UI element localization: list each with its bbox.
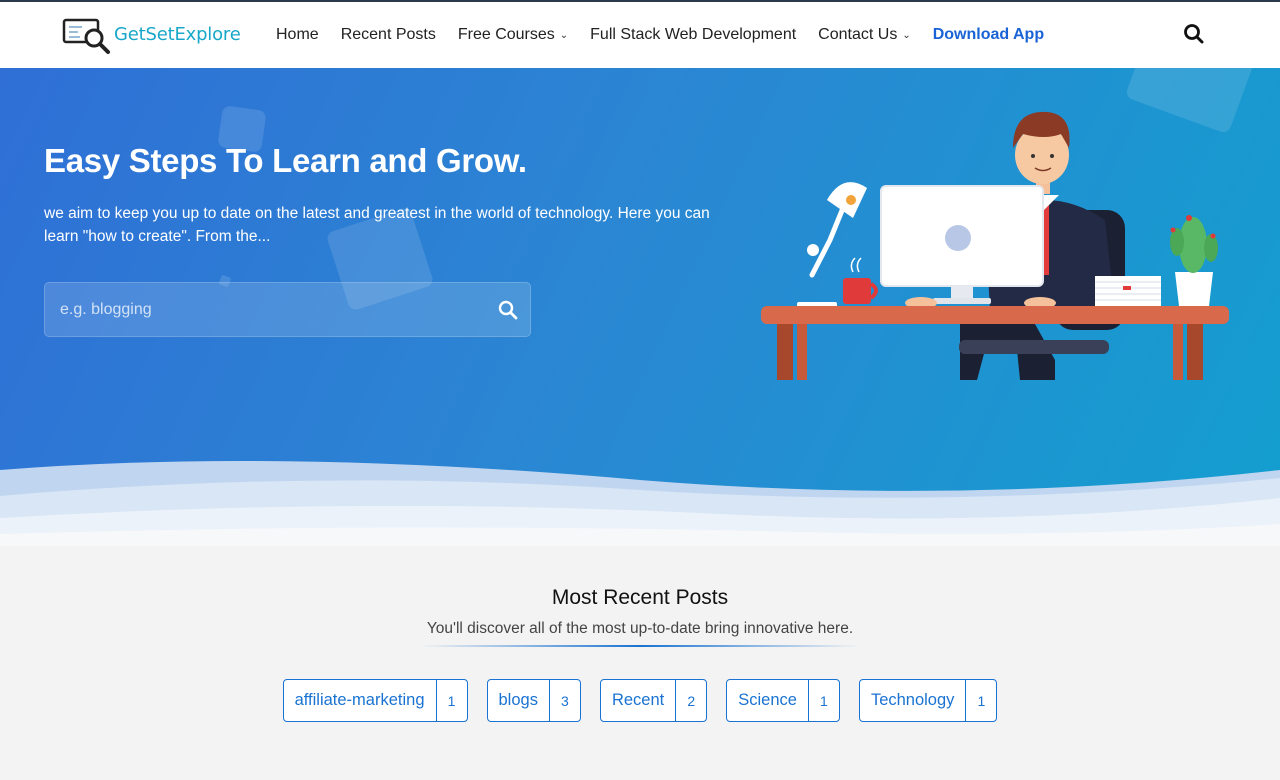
tag-label: affiliate-marketing [294, 691, 425, 709]
tag-label: Recent [611, 691, 665, 709]
search-icon[interactable] [497, 299, 519, 321]
tag-count: 1 [807, 680, 839, 721]
tag-affiliate-marketing[interactable]: affiliate-marketing 1 [282, 679, 468, 722]
site-header: GetSetExplore Home Recent Posts Free Cou… [0, 0, 1280, 68]
brand-name: GetSetExplore [114, 23, 241, 45]
nav-recent-posts[interactable]: Recent Posts [341, 26, 436, 44]
tag-science[interactable]: Science 1 [726, 679, 840, 722]
nav-download-app[interactable]: Download App [933, 26, 1044, 44]
recent-posts-subtitle: You'll discover all of the most up-to-da… [426, 620, 854, 637]
tag-recent[interactable]: Recent 2 [599, 679, 708, 722]
nav-free-courses[interactable]: Free Courses ⌄ [458, 26, 568, 44]
tag-label: blogs [498, 691, 538, 709]
nav-full-stack[interactable]: Full Stack Web Development [590, 26, 796, 44]
nav-contact-us-label: Contact Us [818, 26, 898, 43]
tag-technology[interactable]: Technology 1 [858, 679, 998, 722]
nav-download-app-label: Download App [932, 26, 1045, 43]
site-logo[interactable]: GetSetExplore [60, 12, 250, 56]
nav-home[interactable]: Home [276, 26, 319, 44]
hero-wave [0, 461, 1280, 546]
hero-description: we aim to keep you up to date on the lat… [44, 205, 710, 245]
nav-contact-us[interactable]: Contact Us ⌄ [818, 26, 911, 44]
logo-icon [62, 18, 110, 54]
hero-title: Easy Steps To Learn and Grow. [44, 142, 527, 179]
nav-full-stack-label: Full Stack Web Development [590, 26, 797, 43]
chevron-down-icon: ⌄ [559, 29, 569, 41]
search-icon[interactable] [1180, 20, 1208, 48]
tag-count: 1 [965, 680, 996, 721]
main-nav: Home Recent Posts Free Courses ⌄ Full Sta… [276, 2, 1066, 68]
recent-posts-title: Most Recent Posts [551, 586, 729, 609]
title-underline [420, 645, 860, 647]
tag-label: Science [738, 691, 797, 709]
hero-search-input[interactable] [60, 297, 480, 323]
tag-count: 1 [435, 680, 467, 721]
nav-recent-posts-label: Recent Posts [340, 26, 436, 43]
tag-count: 3 [548, 680, 580, 721]
hero-section: Easy Steps To Learn and Grow. we aim to … [0, 68, 1280, 546]
tag-label: Technology [870, 691, 955, 709]
hero-search-box [44, 282, 531, 337]
category-tags: affiliate-marketing 1 blogs 3 Recent 2 S… [0, 679, 1280, 722]
hero-illustration [761, 111, 1229, 380]
chevron-down-icon: ⌄ [902, 29, 911, 41]
nav-free-courses-label: Free Courses [457, 26, 555, 43]
tag-count: 2 [675, 680, 706, 721]
tag-blogs[interactable]: blogs 3 [486, 679, 581, 722]
nav-home-label: Home [276, 26, 319, 43]
